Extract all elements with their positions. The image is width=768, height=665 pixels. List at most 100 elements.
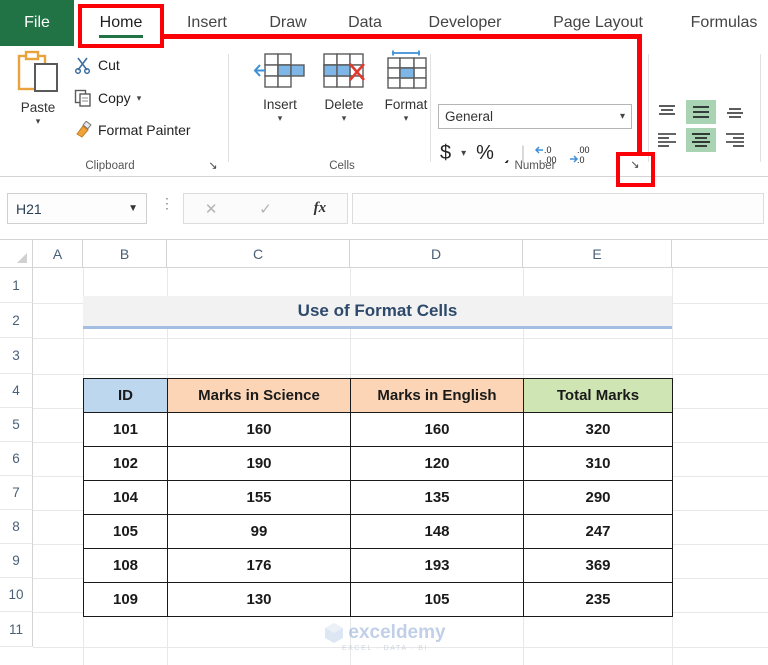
row-header-9[interactable]: 9 <box>0 544 33 578</box>
row-header-7[interactable]: 7 <box>0 476 33 510</box>
name-box[interactable]: H21 ▼ <box>7 193 147 224</box>
formula-input[interactable] <box>352 193 764 224</box>
cell-english[interactable]: 105 <box>350 582 524 617</box>
tab-formulas[interactable]: Formulas <box>676 0 768 46</box>
insert-cells-button[interactable]: Insert ▾ <box>252 50 308 156</box>
cell-total[interactable]: 320 <box>523 412 673 447</box>
row-header-11[interactable]: 11 <box>0 612 33 647</box>
sheet-title-text: Use of Format Cells <box>297 301 458 320</box>
exceldemy-watermark: exceldemy EXCEL · DATA · BI <box>305 618 465 656</box>
table-header-row: ID Marks in Science Marks in English Tot… <box>83 378 673 413</box>
tab-file[interactable]: File <box>0 0 74 46</box>
cells-group-label: Cells <box>329 160 355 172</box>
currency-chevron-down-icon[interactable]: ▾ <box>461 148 466 159</box>
cell-total[interactable]: 247 <box>523 514 673 549</box>
row-header-2[interactable]: 2 <box>0 303 33 338</box>
align-left-button[interactable] <box>652 128 682 152</box>
cell-english[interactable]: 135 <box>350 480 524 515</box>
cell-science[interactable]: 155 <box>167 480 351 515</box>
tab-developer[interactable]: Developer <box>410 0 520 46</box>
select-all-corner[interactable] <box>0 240 33 268</box>
tab-page-layout[interactable]: Page Layout <box>534 0 662 46</box>
format-painter-label: Format Painter <box>98 122 191 138</box>
formula-bar-options-icon[interactable]: ⋮ <box>160 196 174 210</box>
column-header-f[interactable] <box>672 240 768 268</box>
insert-function-icon[interactable]: fx <box>314 200 327 217</box>
middle-align-button[interactable] <box>686 100 716 124</box>
insert-cells-chevron-down-icon[interactable]: ▾ <box>278 113 283 124</box>
cell-science[interactable]: 190 <box>167 446 351 481</box>
marks-table: ID Marks in Science Marks in English Tot… <box>83 378 673 617</box>
cell-id[interactable]: 109 <box>83 582 168 617</box>
column-header-a[interactable]: A <box>33 240 83 268</box>
cell-total[interactable]: 290 <box>523 480 673 515</box>
tab-insert[interactable]: Insert <box>172 0 242 46</box>
row-header-10[interactable]: 10 <box>0 578 33 612</box>
cell-id[interactable]: 104 <box>83 480 168 515</box>
delete-cells-button[interactable]: Delete ▾ <box>316 50 372 156</box>
table-row: 108 176 193 369 <box>83 548 673 583</box>
cell-id[interactable]: 105 <box>83 514 168 549</box>
cell-total[interactable]: 235 <box>523 582 673 617</box>
copy-button[interactable]: Copy ▾ <box>74 89 141 107</box>
cell-id[interactable]: 102 <box>83 446 168 481</box>
format-painter-button[interactable]: Format Painter <box>74 121 191 139</box>
row-header-8[interactable]: 8 <box>0 510 33 544</box>
cell-science[interactable]: 160 <box>167 412 351 447</box>
cell-english[interactable]: 193 <box>350 548 524 583</box>
column-header-e[interactable]: E <box>523 240 672 268</box>
delete-cells-chevron-down-icon[interactable]: ▾ <box>342 113 347 124</box>
column-header-c[interactable]: C <box>167 240 350 268</box>
cell-id[interactable]: 101 <box>83 412 168 447</box>
number-format-select[interactable]: General ▾ <box>438 104 632 129</box>
paste-button[interactable]: Paste ▾ <box>8 50 68 156</box>
top-align-button[interactable] <box>652 100 682 124</box>
row-header-6[interactable]: 6 <box>0 442 33 476</box>
column-header-id[interactable]: ID <box>83 378 168 413</box>
group-divider <box>228 54 229 162</box>
cell-science[interactable]: 130 <box>167 582 351 617</box>
align-right-button[interactable] <box>720 128 750 152</box>
format-cells-chevron-down-icon[interactable]: ▾ <box>404 113 409 124</box>
cell-id[interactable]: 108 <box>83 548 168 583</box>
row-header-4[interactable]: 4 <box>0 374 33 408</box>
row-header-5[interactable]: 5 <box>0 408 33 442</box>
bottom-align-button[interactable] <box>720 100 750 124</box>
insert-cells-icon <box>253 53 305 88</box>
cell-total[interactable]: 310 <box>523 446 673 481</box>
format-cells-button[interactable]: Format ▾ <box>378 50 434 156</box>
sheet-title-cell[interactable]: Use of Format Cells <box>83 296 672 329</box>
cell-english[interactable]: 160 <box>350 412 524 447</box>
cell-science[interactable]: 176 <box>167 548 351 583</box>
table-row: 101 160 160 320 <box>83 412 673 447</box>
column-header-d[interactable]: D <box>350 240 523 268</box>
bottom-align-icon <box>727 108 743 118</box>
column-header-science[interactable]: Marks in Science <box>167 378 351 413</box>
cell-total[interactable]: 369 <box>523 548 673 583</box>
name-box-chevron-down-icon[interactable]: ▼ <box>128 203 138 214</box>
row-header-1[interactable]: 1 <box>0 268 33 303</box>
table-row: 105 99 148 247 <box>83 514 673 549</box>
clipboard-dialog-launcher[interactable]: ↘ <box>206 159 220 173</box>
excel-window: File Home Insert Draw Data Developer Pag… <box>0 0 768 665</box>
tab-data[interactable]: Data <box>334 0 396 46</box>
row-header-3[interactable]: 3 <box>0 338 33 374</box>
paste-chevron-down-icon[interactable]: ▾ <box>36 116 41 127</box>
cut-button[interactable]: Cut <box>74 56 120 74</box>
align-center-button[interactable] <box>686 128 716 152</box>
column-header-total[interactable]: Total Marks <box>523 378 673 413</box>
alignment-buttons <box>652 100 750 156</box>
cell-science[interactable]: 99 <box>167 514 351 549</box>
cell-english[interactable]: 148 <box>350 514 524 549</box>
copy-chevron-down-icon[interactable]: ▾ <box>137 93 142 104</box>
column-header-english[interactable]: Marks in English <box>350 378 524 413</box>
chevron-down-icon[interactable]: ▾ <box>620 111 625 122</box>
column-header-b[interactable]: B <box>83 240 167 268</box>
svg-text:.0: .0 <box>544 145 552 155</box>
cancel-formula-icon[interactable]: ✕ <box>205 200 218 218</box>
tab-draw[interactable]: Draw <box>256 0 320 46</box>
annotation-line-vertical <box>637 34 642 156</box>
cell-english[interactable]: 120 <box>350 446 524 481</box>
tab-insert-label: Insert <box>186 14 227 31</box>
confirm-formula-icon[interactable]: ✓ <box>259 200 272 218</box>
